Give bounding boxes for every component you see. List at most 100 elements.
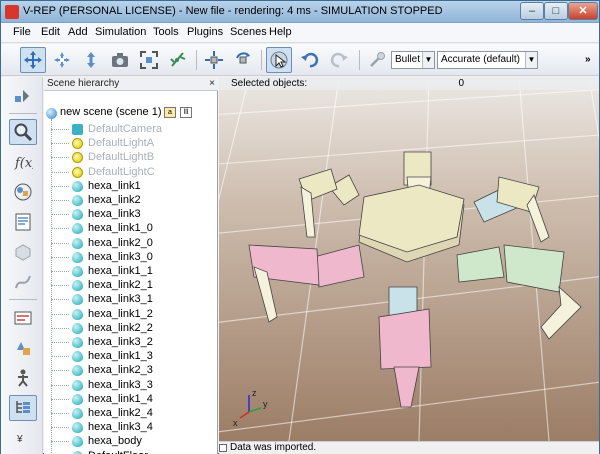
shape-icon [72,251,83,263]
scene-hierarchy-header: Scene hierarchy × [44,77,218,91]
camera-pan-icon[interactable] [20,47,46,73]
fit-to-view-icon[interactable] [136,47,162,73]
shape-icon [72,280,83,292]
camera-shift-icon[interactable] [78,47,104,73]
chevron-down-icon: ▼ [422,52,434,68]
tree-item-label: hexa_link2_2 [88,321,153,334]
toolbar-expand-button[interactable]: ¥ [17,434,23,445]
status-bar: Data was imported. [219,441,599,454]
3d-viewport[interactable]: z x y Selected objects: 0 [219,77,599,441]
menu-file[interactable]: File [13,26,31,38]
tree-item-label: hexa_link1_1 [88,265,153,277]
light-bulb-icon [72,138,83,150]
tree-item-label: DefaultLightB [88,151,155,164]
scene-hierarchy-panel: Scene hierarchy × new scene (scene 1) a … [44,77,218,454]
tree-item-label: hexa_link3 [88,208,141,221]
menu-tools[interactable]: Tools [153,26,179,38]
translate-object-icon[interactable] [201,47,227,73]
camera-rotate-icon[interactable] [49,47,75,73]
calculation-modules-icon[interactable]: f(x) [9,149,37,175]
tree-item-label: DefaultCamera [88,123,162,135]
shape-icon [72,223,83,235]
status-message: Data was imported. [230,442,317,453]
scene-hierarchy-icon[interactable] [9,395,37,421]
menu-edit[interactable]: Edit [41,26,60,38]
shape-icon [72,322,83,334]
scene-hierarchy-title: Scene hierarchy [47,78,120,89]
close-panel-button[interactable]: × [209,77,215,90]
dynamics-toggle-icon[interactable] [364,47,390,73]
tree-item-label: hexa_link1_4 [88,392,153,405]
scripts-icon[interactable] [9,209,37,235]
tree-item-label: hexa_link2_0 [88,236,153,249]
maximize-button[interactable]: □ [544,2,568,20]
svg-text:f(x): f(x) [14,156,33,171]
shape-icon [72,337,83,348]
left-toolbar: f(x) ¥ [1,77,43,454]
axis-z-label: z [252,388,257,398]
scene-script-icon[interactable]: a [164,107,176,118]
shape-icon [72,195,83,206]
undo-icon[interactable] [297,47,323,73]
selected-objects-label: Selected objects: [231,78,308,89]
menu-simulation[interactable]: Simulation [95,26,146,38]
minimize-button[interactable]: – [520,2,544,20]
shape-icon [72,266,83,277]
tree-item-label: hexa_link1_2 [88,307,153,320]
menu-add[interactable]: Add [68,26,88,38]
collections-icon[interactable] [9,179,37,205]
tree-item-label: hexa_link2_4 [88,407,153,419]
title-bar[interactable]: V-REP (PERSONAL LICENSE) - New file - re… [1,1,599,23]
rotate-object-icon[interactable] [230,47,256,73]
shape-edit-icon[interactable] [9,239,37,265]
shape-icon [72,422,83,434]
main-toolbar: Bullet ▼ Accurate (default) ▼ » [1,44,599,76]
scene-customization-icon[interactable]: lll [180,107,192,118]
path-edit-icon[interactable] [9,269,37,295]
toolbar-overflow-button[interactable]: » [585,54,591,65]
manipulate-icon[interactable] [165,47,191,73]
shape-icon [72,308,83,320]
scene-render[interactable]: z x y [219,77,599,441]
robot-models-icon[interactable] [9,365,37,391]
tree-item-label: DefaultFloor [88,449,148,454]
model-browser-icon[interactable] [9,335,37,361]
light-bulb-icon [72,166,83,178]
floor-icon [72,450,83,454]
axis-x-label: x [233,418,238,428]
tree-item-label: DefaultLightC [88,165,155,178]
shape-icon [72,408,83,419]
simulation-settings-icon[interactable] [9,83,37,109]
scene-root-label[interactable]: new scene (scene 1) [60,106,162,118]
tree-item-label: hexa_link1_0 [88,222,153,235]
close-window-button[interactable]: ✕ [568,2,598,20]
accuracy-select[interactable]: Accurate (default) ▼ [437,51,538,69]
camera-icon [72,124,83,135]
shape-icon [72,351,83,363]
light-bulb-icon [72,152,83,164]
app-window: V-REP (PERSONAL LICENSE) - New file - re… [0,0,600,454]
menu-help[interactable]: Help [269,26,292,38]
redo-icon[interactable] [326,47,352,73]
tree-item-label: DefaultLightA [88,137,155,150]
physics-engine-value: Bullet [395,54,421,65]
tree-item-label: hexa_link3_3 [88,378,153,391]
physics-engine-select[interactable]: Bullet ▼ [391,51,435,69]
camera-angle-icon[interactable] [107,47,133,73]
scene-tree[interactable]: new scene (scene 1) a lll DefaultCamera D… [44,92,218,454]
scene-object-properties-icon[interactable] [9,119,37,145]
window-title: V-REP (PERSONAL LICENSE) - New file - re… [23,5,443,17]
status-toggle-icon[interactable] [219,444,227,452]
shape-icon [72,436,83,448]
selection-icon[interactable] [9,305,37,331]
menu-plugins[interactable]: Plugins [187,26,223,38]
shape-icon [72,237,83,249]
menu-scenes[interactable]: Scenes [230,26,267,38]
tree-item-label: hexa_link1 [88,179,141,192]
click-select-icon[interactable] [266,47,292,73]
tree-item-label: hexa_link2 [88,194,141,206]
menu-bar: File Edit Add Simulation Tools Plugins S… [1,23,599,43]
tree-item-label: hexa_link2_1 [88,279,153,292]
selection-info-bar: Selected objects: 0 [219,77,599,90]
vrep-logo-icon [5,5,19,19]
